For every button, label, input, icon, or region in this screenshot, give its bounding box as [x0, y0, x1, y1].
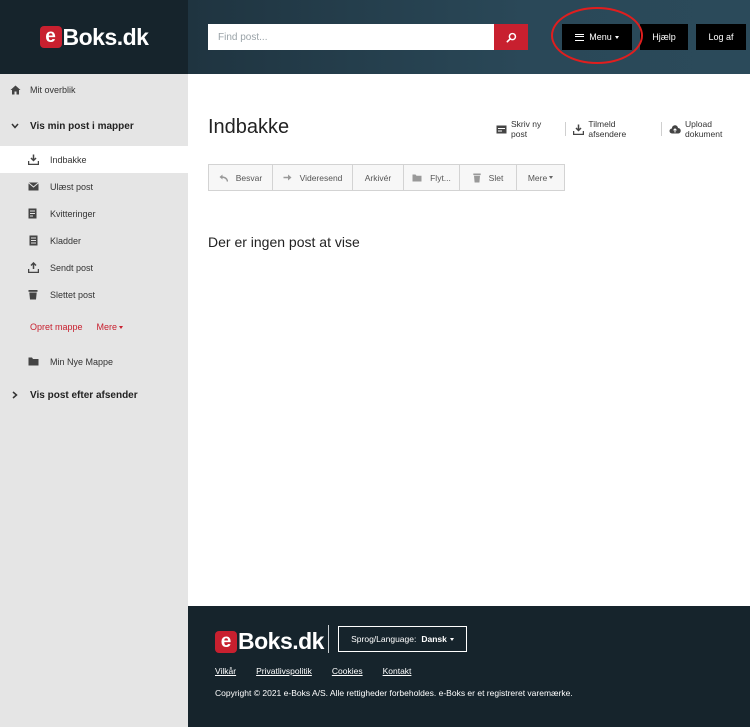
chevron-down-icon [0, 123, 30, 129]
sidebar-item-inbox[interactable]: Indbakke [0, 146, 188, 173]
message-toolbar: Besvar Videresend Arkivér Flyt... Slet M… [208, 164, 565, 191]
subscribe-senders-button[interactable]: Tilmeld afsendere [573, 119, 654, 139]
language-selector[interactable]: Sprog/Language: Dansk [338, 626, 467, 652]
sidebar: Mit overblik Vis min post i mapper Indba… [0, 74, 188, 727]
logo-e-mark: e [215, 630, 237, 653]
compose-icon [496, 125, 507, 134]
footer-link-terms[interactable]: Vilkår [215, 666, 236, 676]
footer-logo[interactable]: e Boks.dk [215, 628, 324, 655]
sidebar-item-drafts[interactable]: Kladder [0, 227, 188, 254]
sidebar-item-unread[interactable]: Ulæst post [0, 173, 188, 200]
sidebar-item-label: Indbakke [50, 154, 87, 165]
create-folder-link[interactable]: Opret mappe [30, 322, 83, 332]
eboks-logo[interactable]: e Boks.dk [39, 23, 149, 51]
menu-label: Menu [589, 32, 612, 42]
delete-button[interactable]: Slet [460, 165, 517, 190]
receipt-icon [27, 208, 39, 220]
caret-down-icon [614, 35, 619, 39]
forward-button[interactable]: Videresend [273, 165, 353, 190]
hamburger-icon [575, 33, 585, 41]
language-value: Dansk [421, 634, 447, 644]
footer: e Boks.dk Sprog/Language: Dansk Vilkår P… [188, 606, 750, 727]
sidebar-item-sent[interactable]: Sendt post [0, 254, 188, 281]
sent-icon [27, 262, 39, 274]
reply-icon [219, 174, 228, 182]
action-divider [565, 122, 567, 136]
draft-icon [27, 235, 39, 247]
section-senders-label: Vis post efter afsender [30, 389, 138, 401]
forward-arrow-icon [283, 174, 292, 181]
sidebar-item-receipts[interactable]: Kvitteringer [0, 200, 188, 227]
upload-label: Upload dokument [685, 119, 723, 139]
reply-button[interactable]: Besvar [209, 165, 273, 190]
sidebar-item-custom-folder[interactable]: Min Nye Mappe [0, 348, 188, 375]
reply-label: Besvar [235, 172, 263, 183]
move-folder-icon [412, 174, 422, 182]
upload-document-button[interactable]: Upload dokument [669, 119, 750, 139]
logo-e-mark: e [39, 26, 62, 48]
trash-icon [472, 173, 481, 183]
sidebar-item-label: Sendt post [50, 262, 94, 273]
sidebar-item-label: Kladder [50, 235, 82, 246]
unread-mail-icon [27, 181, 39, 193]
archive-label: Arkivér [364, 172, 392, 183]
toolbar-more-label: Mere [527, 172, 548, 183]
move-button[interactable]: Flyt... [404, 165, 460, 190]
logo-block: e Boks.dk [0, 0, 188, 74]
compose-label: Skriv ny post [511, 119, 542, 139]
help-button[interactable]: Hjælp [640, 24, 688, 50]
sidebar-item-label: Ulæst post [50, 181, 94, 192]
footer-link-contact[interactable]: Kontakt [383, 666, 412, 676]
home-icon [0, 85, 30, 95]
section-folders-label: Vis min post i mapper [30, 120, 134, 132]
caret-down-icon [549, 176, 554, 179]
delete-label: Slet [488, 172, 504, 183]
upload-cloud-icon [669, 124, 681, 134]
page-title: Indbakke [208, 116, 290, 138]
top-header: Menu Hjælp Log af [188, 0, 750, 74]
caret-down-icon [449, 637, 454, 641]
logo-text: Boks.dk [238, 628, 324, 654]
footer-link-cookies[interactable]: Cookies [332, 666, 363, 676]
subscribe-label: Tilmeld afsendere [588, 119, 627, 139]
search-icon [506, 32, 516, 42]
search-input[interactable] [208, 24, 495, 50]
move-label: Flyt... [430, 172, 451, 183]
top-actions: Skriv ny post Tilmeld afsendere Upload d… [496, 119, 750, 139]
sidebar-item-label: Kvitteringer [50, 208, 96, 219]
footer-link-privacy[interactable]: Privatlivspolitik [256, 666, 312, 676]
folder-more-link[interactable]: Mere [97, 322, 124, 332]
overview-label: Mit overblik [30, 85, 76, 95]
folder-icon [27, 356, 39, 368]
caret-down-icon [119, 326, 124, 330]
inbox-icon [27, 154, 39, 166]
menu-button[interactable]: Menu [562, 24, 632, 50]
subscribe-icon [573, 124, 585, 135]
copyright-text: Copyright © 2021 e-Boks A/S. Alle rettig… [215, 688, 573, 698]
footer-divider [328, 625, 329, 653]
action-divider [661, 122, 662, 136]
footer-links: Vilkår Privatlivspolitik Cookies Kontakt [215, 666, 431, 676]
trash-icon [27, 289, 39, 301]
search-button[interactable] [494, 24, 528, 50]
logo-text: Boks.dk [62, 23, 149, 50]
empty-state-message: Der er ingen post at vise [208, 234, 360, 250]
folder-more-label: Mere [96, 322, 118, 332]
sidebar-item-label: Slettet post [50, 289, 96, 300]
compose-button[interactable]: Skriv ny post [496, 119, 558, 139]
sidebar-item-deleted[interactable]: Slettet post [0, 281, 188, 308]
chevron-right-icon [0, 391, 30, 399]
logout-button[interactable]: Log af [696, 24, 746, 50]
toolbar-more-button[interactable]: Mere [517, 165, 564, 190]
section-senders[interactable]: Vis post efter afsender [0, 384, 138, 406]
forward-label: Videresend [299, 172, 343, 183]
folder-links: Opret mappe Mere [30, 322, 124, 332]
section-folders[interactable]: Vis min post i mapper [0, 115, 134, 137]
sidebar-item-label: Min Nye Mappe [50, 356, 114, 367]
sidebar-item-overview[interactable]: Mit overblik [0, 80, 76, 100]
language-label: Sprog/Language: [351, 634, 417, 644]
archive-button[interactable]: Arkivér [353, 165, 404, 190]
